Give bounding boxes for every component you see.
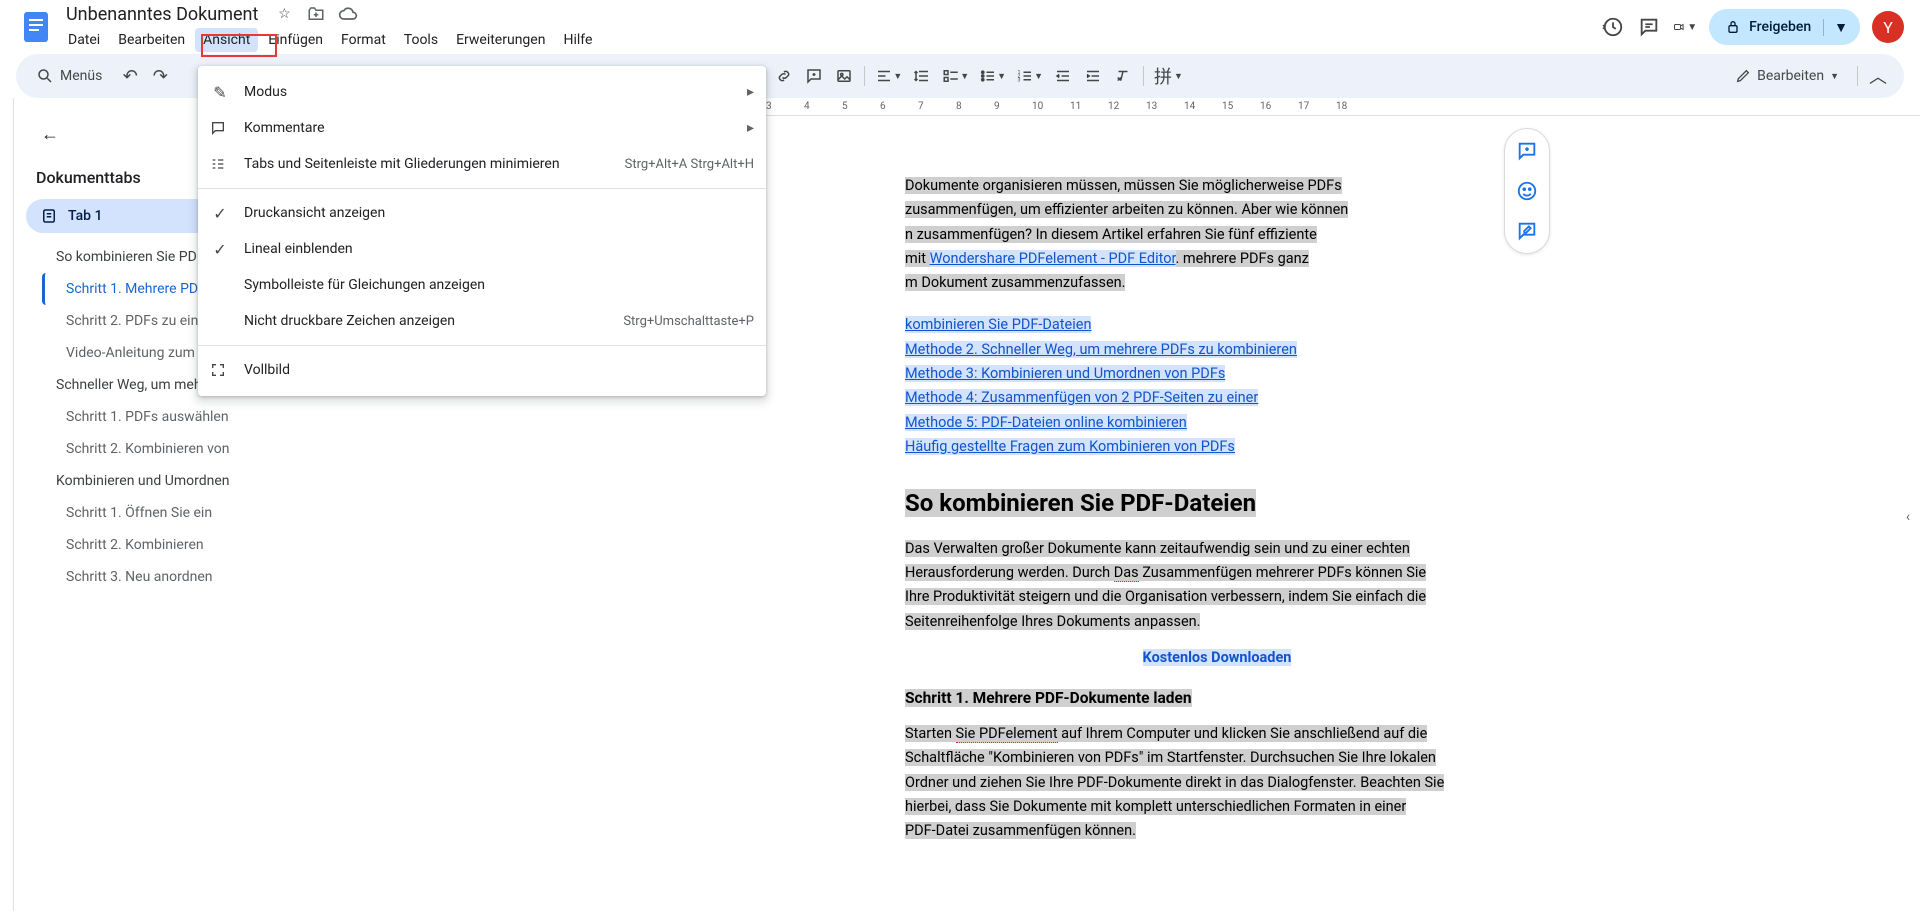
submenu-icon: ▸	[747, 120, 754, 136]
share-label: Freigeben	[1749, 19, 1811, 35]
outline-item[interactable]: Schritt 3. Neu anordnen	[42, 561, 266, 593]
meet-icon[interactable]: ▼	[1673, 15, 1697, 39]
outline-item[interactable]: Schritt 1. PDFs auswählen	[42, 401, 266, 433]
side-panel-toggle[interactable]: ‹	[1896, 505, 1920, 529]
collapse-toolbar-button[interactable]: ︿	[1864, 62, 1892, 90]
star-icon[interactable]: ☆	[272, 2, 296, 26]
menu-ansicht[interactable]: Ansicht	[195, 28, 258, 52]
share-chevron-icon[interactable]: ▼	[1823, 19, 1848, 36]
dd-gleichungen[interactable]: Symbolleiste für Gleichungen anzeigen	[198, 267, 766, 303]
docs-logo[interactable]	[16, 7, 56, 47]
pdfelement-link[interactable]: Wondershare PDFelement - PDF Editor	[930, 250, 1176, 267]
add-comment-float[interactable]	[1509, 133, 1545, 169]
method-link[interactable]: Häufig gestellte Fragen zum Kombinieren …	[905, 438, 1235, 455]
avatar[interactable]: Y	[1872, 11, 1904, 43]
method-link[interactable]: kombinieren Sie PDF-Dateien	[905, 316, 1091, 333]
method-link[interactable]: Methode 2. Schneller Weg, um mehrere PDF…	[905, 341, 1297, 358]
align-button[interactable]: ▼	[871, 62, 906, 90]
dd-druckansicht[interactable]: ✓ Druckansicht anzeigen	[198, 195, 766, 231]
menu-hilfe[interactable]: Hilfe	[555, 28, 600, 52]
menu-bearbeiten[interactable]: Bearbeiten	[110, 28, 193, 52]
indent-increase-button[interactable]	[1079, 62, 1107, 90]
menu-einfuegen[interactable]: Einfügen	[260, 28, 331, 52]
fullscreen-icon	[210, 362, 230, 378]
back-button[interactable]: ←	[32, 116, 68, 152]
share-button[interactable]: Freigeben ▼	[1709, 9, 1860, 45]
move-icon[interactable]	[304, 2, 328, 26]
outline-item[interactable]: Schritt 2. Kombinieren von	[42, 433, 266, 465]
outline-icon	[210, 156, 230, 172]
link-button[interactable]	[770, 62, 798, 90]
comment-float-bar	[1504, 128, 1550, 254]
edit-mode-label: Bearbeiten	[1757, 68, 1824, 84]
add-emoji-float[interactable]	[1509, 173, 1545, 209]
check-icon: ✓	[210, 240, 230, 259]
document-page[interactable]: Dokumente organisieren müssen, müssen Si…	[809, 116, 1625, 911]
bullet-list-button[interactable]: ▼	[975, 62, 1010, 90]
numbered-list-button[interactable]: 123▼	[1012, 62, 1047, 90]
menu-datei[interactable]: Datei	[60, 28, 108, 52]
dd-tabs-outline[interactable]: Tabs und Seitenleiste mit Gliederungen m…	[198, 146, 766, 182]
menu-format[interactable]: Format	[333, 28, 394, 52]
dd-vollbild[interactable]: Vollbild	[198, 352, 766, 388]
comments-icon[interactable]	[1637, 15, 1661, 39]
comment-icon	[210, 120, 230, 136]
clear-formatting-button[interactable]	[1109, 62, 1137, 90]
line-spacing-button[interactable]	[908, 62, 936, 90]
cloud-status-icon[interactable]	[336, 2, 360, 26]
add-comment-button[interactable]	[800, 62, 828, 90]
dd-lineal[interactable]: ✓ Lineal einblenden	[198, 231, 766, 267]
history-icon[interactable]	[1601, 15, 1625, 39]
search-label: Menüs	[60, 68, 102, 84]
method-link[interactable]: Methode 5: PDF-Dateien online kombiniere…	[905, 414, 1187, 431]
vertical-ruler	[0, 98, 14, 911]
outline-item[interactable]: Schritt 2. Kombinieren	[42, 529, 266, 561]
ansicht-dropdown: ✎ Modus ▸ Kommentare ▸ Tabs und Seitenle…	[198, 66, 766, 396]
checklist-button[interactable]: ▼	[938, 62, 973, 90]
dd-modus[interactable]: ✎ Modus ▸	[198, 74, 766, 110]
check-icon: ✓	[210, 204, 230, 223]
undo-button[interactable]: ↶	[116, 62, 144, 90]
menu-bar: Datei Bearbeiten Ansicht Einfügen Format…	[60, 28, 600, 52]
search-menus[interactable]: Menüs	[28, 62, 114, 90]
doc-title[interactable]: Unbenanntes Dokument	[60, 3, 264, 26]
outline-item[interactable]: Schritt 1. Öffnen Sie ein	[42, 497, 266, 529]
method-link[interactable]: Methode 4: Zusammenfügen von 2 PDF-Seite…	[905, 389, 1258, 406]
tab-label: Tab 1	[68, 208, 102, 224]
dd-kommentare[interactable]: Kommentare ▸	[198, 110, 766, 146]
edit-mode-button[interactable]: Bearbeiten ▼	[1727, 62, 1851, 90]
input-tools-button[interactable]: 拼▼	[1150, 62, 1187, 90]
menu-erweiterungen[interactable]: Erweiterungen	[448, 28, 553, 52]
submenu-icon: ▸	[747, 84, 754, 100]
pencil-icon: ✎	[210, 83, 230, 102]
outline-item[interactable]: Kombinieren und Umordnen	[42, 465, 266, 497]
suggest-edit-float[interactable]	[1509, 213, 1545, 249]
dd-nichtdruckbar[interactable]: Nicht druckbare Zeichen anzeigen Strg+Um…	[198, 303, 766, 339]
redo-button[interactable]: ↷	[146, 62, 174, 90]
menu-tools[interactable]: Tools	[396, 28, 446, 52]
svg-text:3: 3	[1018, 77, 1021, 83]
method-link[interactable]: Methode 3: Kombinieren und Umordnen von …	[905, 365, 1225, 382]
download-link[interactable]: Kostenlos Downloaden	[1143, 649, 1292, 666]
indent-decrease-button[interactable]	[1049, 62, 1077, 90]
insert-image-button[interactable]	[830, 62, 858, 90]
